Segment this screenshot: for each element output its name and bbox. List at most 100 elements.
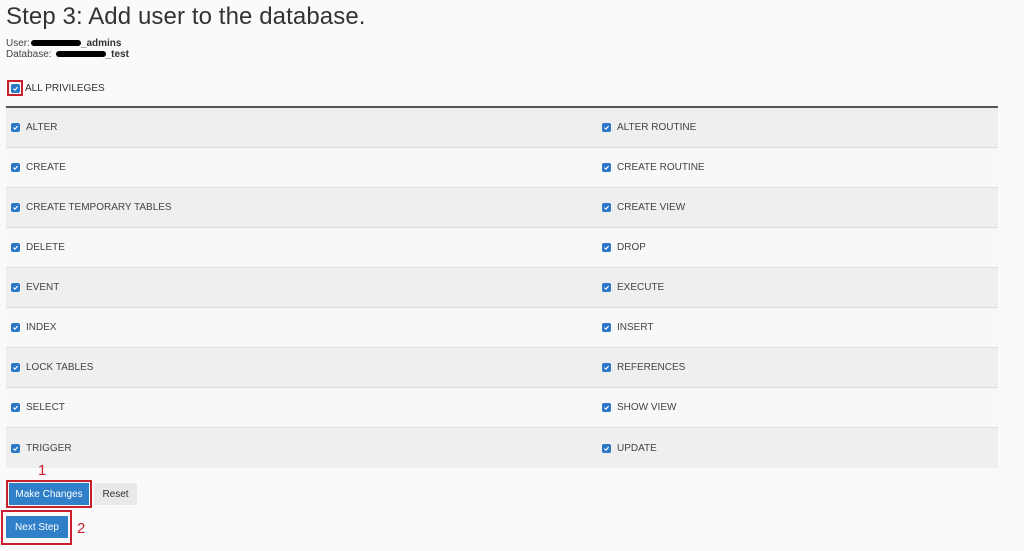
privilege-checkbox-create[interactable]: [11, 163, 20, 172]
checkmark-icon: [12, 86, 18, 91]
privilege-option[interactable]: INSERT: [602, 322, 654, 333]
privilege-label: ALTER ROUTINE: [617, 122, 697, 133]
privilege-label: REFERENCES: [617, 362, 686, 373]
privilege-checkbox-show-view[interactable]: [602, 403, 611, 412]
privilege-label: DELETE: [26, 242, 65, 253]
privilege-label: TRIGGER: [26, 442, 72, 454]
privilege-option[interactable]: UPDATE: [602, 443, 657, 454]
privilege-row: SELECT SHOW VIEW: [6, 388, 998, 428]
annotation-number-1: 1: [38, 462, 47, 479]
checkmark-icon: [13, 245, 19, 251]
checkmark-icon: [13, 165, 19, 171]
checkmark-icon: [604, 365, 610, 371]
privilege-option[interactable]: REFERENCES: [602, 362, 685, 373]
privilege-option[interactable]: DELETE: [6, 242, 602, 253]
privilege-row: TRIGGER UPDATE: [6, 428, 998, 468]
privilege-checkbox-create-temporary-tables[interactable]: [11, 203, 20, 212]
privilege-label: INSERT: [617, 322, 654, 333]
privilege-label: SELECT: [26, 402, 65, 413]
privilege-checkbox-references[interactable]: [602, 363, 611, 372]
database-value: _test: [105, 49, 129, 60]
privilege-checkbox-insert[interactable]: [602, 323, 611, 332]
all-privileges-label: ALL PRIVILEGES: [25, 82, 105, 94]
privilege-label: EXECUTE: [617, 282, 665, 293]
checkmark-icon: [604, 125, 610, 131]
privilege-checkbox-alter-routine[interactable]: [602, 123, 611, 132]
database-label: Database:: [6, 49, 52, 60]
privilege-option[interactable]: SELECT: [6, 402, 602, 413]
privilege-label: EVENT: [26, 282, 60, 293]
checkmark-icon: [13, 205, 19, 211]
privilege-checkbox-select[interactable]: [11, 403, 20, 412]
privilege-row: CREATE TEMPORARY TABLES CREATE VIEW: [6, 188, 998, 228]
privilege-label: CREATE VIEW: [617, 202, 686, 213]
privileges-table: ALTER ALTER ROUTINE CREATE CREATE ROUTINE CR…: [6, 106, 998, 468]
privilege-label: DROP: [617, 242, 646, 253]
privilege-checkbox-trigger[interactable]: [11, 443, 20, 453]
privilege-checkbox-event[interactable]: [11, 283, 20, 292]
checkmark-icon: [604, 325, 610, 331]
checkmark-icon: [604, 205, 610, 211]
privilege-row: EVENT EXECUTE: [6, 268, 998, 308]
privilege-label: INDEX: [26, 322, 57, 333]
privilege-option[interactable]: DROP: [602, 242, 646, 253]
privilege-option[interactable]: CREATE TEMPORARY TABLES: [6, 202, 602, 213]
make-changes-button[interactable]: Make Changes: [9, 483, 89, 505]
checkmark-icon: [604, 446, 610, 451]
checkmark-icon: [604, 285, 610, 291]
privilege-option[interactable]: LOCK TABLES: [6, 362, 602, 373]
all-privileges-option[interactable]: ALL PRIVILEGES: [7, 80, 105, 96]
privilege-checkbox-drop[interactable]: [602, 243, 611, 252]
privilege-checkbox-execute[interactable]: [602, 283, 611, 292]
privilege-option[interactable]: SHOW VIEW: [602, 402, 676, 413]
privilege-option[interactable]: CREATE VIEW: [602, 202, 685, 213]
redacted-block: [30, 39, 81, 46]
privilege-label: CREATE ROUTINE: [617, 162, 705, 173]
user-label: User:: [6, 38, 30, 49]
privilege-row: LOCK TABLES REFERENCES: [6, 348, 998, 388]
privilege-row: DELETE DROP: [6, 228, 998, 268]
privilege-label: UPDATE: [617, 442, 657, 454]
privilege-label: SHOW VIEW: [617, 402, 677, 413]
privilege-option[interactable]: TRIGGER: [6, 443, 602, 454]
checkmark-icon: [13, 285, 19, 291]
privilege-row: ALTER ALTER ROUTINE: [6, 108, 998, 148]
user-value: _admins: [80, 38, 122, 49]
privilege-checkbox-update[interactable]: [602, 443, 611, 453]
checkmark-icon: [604, 405, 610, 411]
checkmark-icon: [604, 165, 610, 171]
reset-button[interactable]: Reset: [94, 483, 137, 505]
privilege-label: LOCK TABLES: [26, 362, 94, 373]
privilege-option[interactable]: CREATE ROUTINE: [602, 162, 705, 173]
page-title: Step 3: Add user to the database.: [6, 3, 366, 30]
privilege-option[interactable]: ALTER ROUTINE: [602, 122, 696, 133]
privilege-option[interactable]: CREATE: [6, 162, 602, 173]
privilege-label: ALTER: [26, 122, 58, 133]
checkmark-icon: [13, 365, 19, 371]
privilege-option[interactable]: EVENT: [6, 282, 602, 293]
checkmark-icon: [13, 125, 19, 131]
privilege-row: CREATE CREATE ROUTINE: [6, 148, 998, 188]
checkmark-icon: [13, 405, 19, 411]
privilege-checkbox-alter[interactable]: [11, 123, 20, 132]
privilege-checkbox-create-view[interactable]: [602, 203, 611, 212]
privilege-row: INDEX INSERT: [6, 308, 998, 348]
annotation-highlight-box: [7, 80, 23, 96]
checkmark-icon: [604, 245, 610, 251]
privilege-label: CREATE: [26, 162, 66, 173]
privilege-checkbox-lock-tables[interactable]: [11, 363, 20, 372]
privilege-option[interactable]: INDEX: [6, 322, 602, 333]
privilege-checkbox-delete[interactable]: [11, 243, 20, 252]
next-step-button[interactable]: Next Step: [6, 516, 68, 538]
all-privileges-checkbox[interactable]: [10, 83, 20, 93]
privilege-checkbox-index[interactable]: [11, 323, 20, 332]
annotation-number-2: 2: [77, 520, 86, 537]
privilege-label: CREATE TEMPORARY TABLES: [26, 202, 172, 213]
checkmark-icon: [13, 325, 19, 331]
database-line: Database: _test: [6, 49, 129, 60]
privilege-checkbox-create-routine[interactable]: [602, 163, 611, 172]
privilege-option[interactable]: ALTER: [6, 122, 602, 133]
user-line: User: _admins: [6, 38, 129, 49]
privilege-option[interactable]: EXECUTE: [602, 282, 664, 293]
redacted-block: [55, 50, 106, 57]
